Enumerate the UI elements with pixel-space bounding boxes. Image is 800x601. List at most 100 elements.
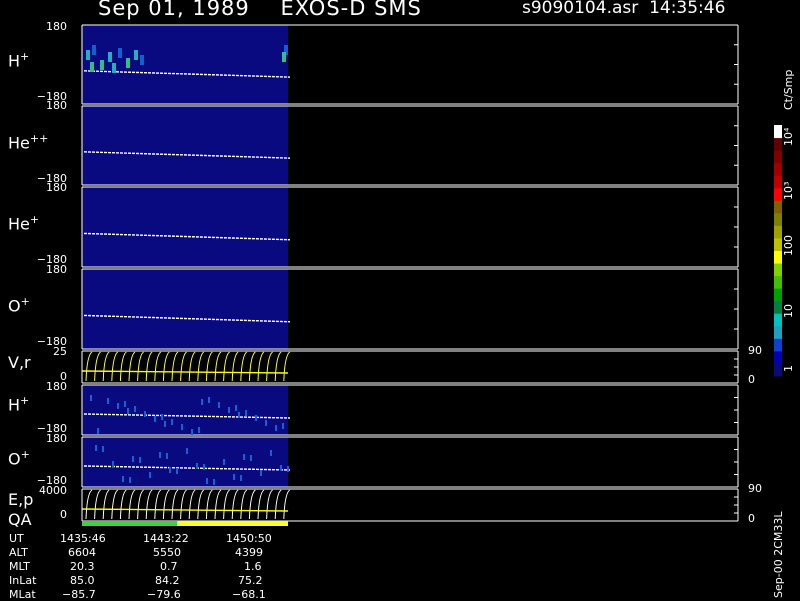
orbit-value: 6604 <box>68 546 96 559</box>
orbit-label-mlt: MLT <box>9 560 30 573</box>
intensity-speck <box>102 446 104 452</box>
orbit-label-alt: ALT <box>9 546 28 559</box>
intensity-speck <box>255 415 257 421</box>
spectrogram-svg <box>81 24 782 526</box>
orbit-value: 84.2 <box>155 574 180 587</box>
ytick-max: 180 <box>46 263 67 276</box>
rtick-min: 0 <box>748 512 755 525</box>
intensity-speck <box>287 466 289 472</box>
intensity-speck <box>176 468 178 474</box>
colorbar-segment <box>774 313 782 327</box>
intensity-speck <box>149 472 151 478</box>
rtick-max: 90 <box>748 344 762 357</box>
ytick-max: 4000 <box>39 484 67 497</box>
spectrogram-field <box>82 385 288 435</box>
intensity-speck <box>118 48 122 58</box>
side-note: Sep-00 2CM33L <box>772 511 785 599</box>
intensity-speck <box>92 45 96 55</box>
spectrogram-field <box>82 106 288 185</box>
intensity-speck <box>154 416 156 422</box>
orbit-value: 0.7 <box>160 560 178 573</box>
orbit-value: 85.0 <box>70 574 95 587</box>
colorbar-segment <box>774 137 782 151</box>
orbit-value: 1.6 <box>244 560 262 573</box>
colorbar-segment <box>774 200 782 214</box>
intensity-speck <box>161 414 163 420</box>
intensity-speck <box>250 455 252 461</box>
ytick-max: 25 <box>53 345 67 358</box>
intensity-speck <box>164 421 166 427</box>
orbit-label-ut: UT <box>9 532 24 545</box>
panel-label-o-plus-2: O+ <box>8 448 30 469</box>
intensity-speck <box>112 63 116 73</box>
ytick-max: 180 <box>46 181 67 194</box>
orbit-value: −79.6 <box>147 588 181 601</box>
intensity-speck <box>238 412 240 418</box>
ytick-min: 0 <box>60 508 67 521</box>
intensity-speck <box>139 457 141 463</box>
intensity-speck <box>129 477 131 483</box>
intensity-speck <box>260 470 262 476</box>
colorbar-segment <box>774 125 782 139</box>
intensity-speck <box>186 448 188 454</box>
panel-label-o-plus-1: O+ <box>8 295 30 316</box>
orbit-value: 1435:46 <box>60 532 106 545</box>
orbit-value: 1450:50 <box>226 532 272 545</box>
intensity-speck <box>181 424 183 430</box>
rtick-max: 90 <box>748 482 762 495</box>
intensity-speck <box>159 452 161 458</box>
intensity-speck <box>203 464 205 470</box>
colorbar-tick: 10⁴ <box>782 127 795 146</box>
intensity-speck <box>117 403 119 409</box>
colorbar-segment <box>774 162 782 176</box>
intensity-speck <box>240 475 242 481</box>
colorbar-segment <box>774 250 782 264</box>
intensity-speck <box>235 405 237 411</box>
intensity-speck <box>169 467 171 473</box>
orbit-value: 20.3 <box>70 560 95 573</box>
orbit-value: 4399 <box>235 546 263 559</box>
spectrogram-field <box>82 187 288 267</box>
intensity-speck <box>213 479 215 485</box>
intensity-speck <box>108 52 112 62</box>
panel-label-he-plus: He+ <box>8 213 40 234</box>
intensity-speck <box>282 52 286 62</box>
colorbar-segment <box>774 150 782 164</box>
intensity-speck <box>223 459 225 465</box>
intensity-speck <box>95 445 97 451</box>
colorbar-segment <box>774 275 782 289</box>
orbit-value: 75.2 <box>238 574 263 587</box>
colorbar-segment <box>774 325 782 339</box>
intensity-speck <box>134 406 136 412</box>
colorbar-segment <box>774 212 782 226</box>
colorbar-segment <box>774 175 782 189</box>
intensity-speck <box>166 453 168 459</box>
colorbar-segment <box>774 363 782 377</box>
intensity-speck <box>90 62 94 72</box>
colorbar-tick: 10 <box>782 304 795 318</box>
intensity-speck <box>245 410 247 416</box>
ytick-max: 180 <box>46 20 67 33</box>
colorbar-segment <box>774 187 782 201</box>
intensity-speck <box>206 478 208 484</box>
plot-stage: Sep 01, 1989 EXOS-D SMS s9090104.asr 14:… <box>0 0 800 601</box>
panel-label-he-plusplus: He++ <box>8 132 49 153</box>
intensity-speck <box>90 395 92 401</box>
intensity-speck <box>243 454 245 460</box>
colorbar-segment <box>774 237 782 251</box>
intensity-speck <box>218 402 220 408</box>
rtick-min: 0 <box>748 373 755 386</box>
colorbar-tick: 1 <box>782 365 795 372</box>
orbit-value: 5550 <box>153 546 181 559</box>
intensity-speck <box>196 463 198 469</box>
intensity-speck <box>270 450 272 456</box>
intensity-speck <box>282 423 284 429</box>
intensity-speck <box>127 408 129 414</box>
qa-bar-good <box>82 521 177 526</box>
intensity-speck <box>208 397 210 403</box>
orbit-label-mlat: MLat <box>9 588 36 601</box>
colorbar-tick: 10³ <box>782 181 795 200</box>
intensity-speck <box>124 401 126 407</box>
ytick-max: 180 <box>46 99 67 112</box>
colorbar-segment <box>774 225 782 239</box>
